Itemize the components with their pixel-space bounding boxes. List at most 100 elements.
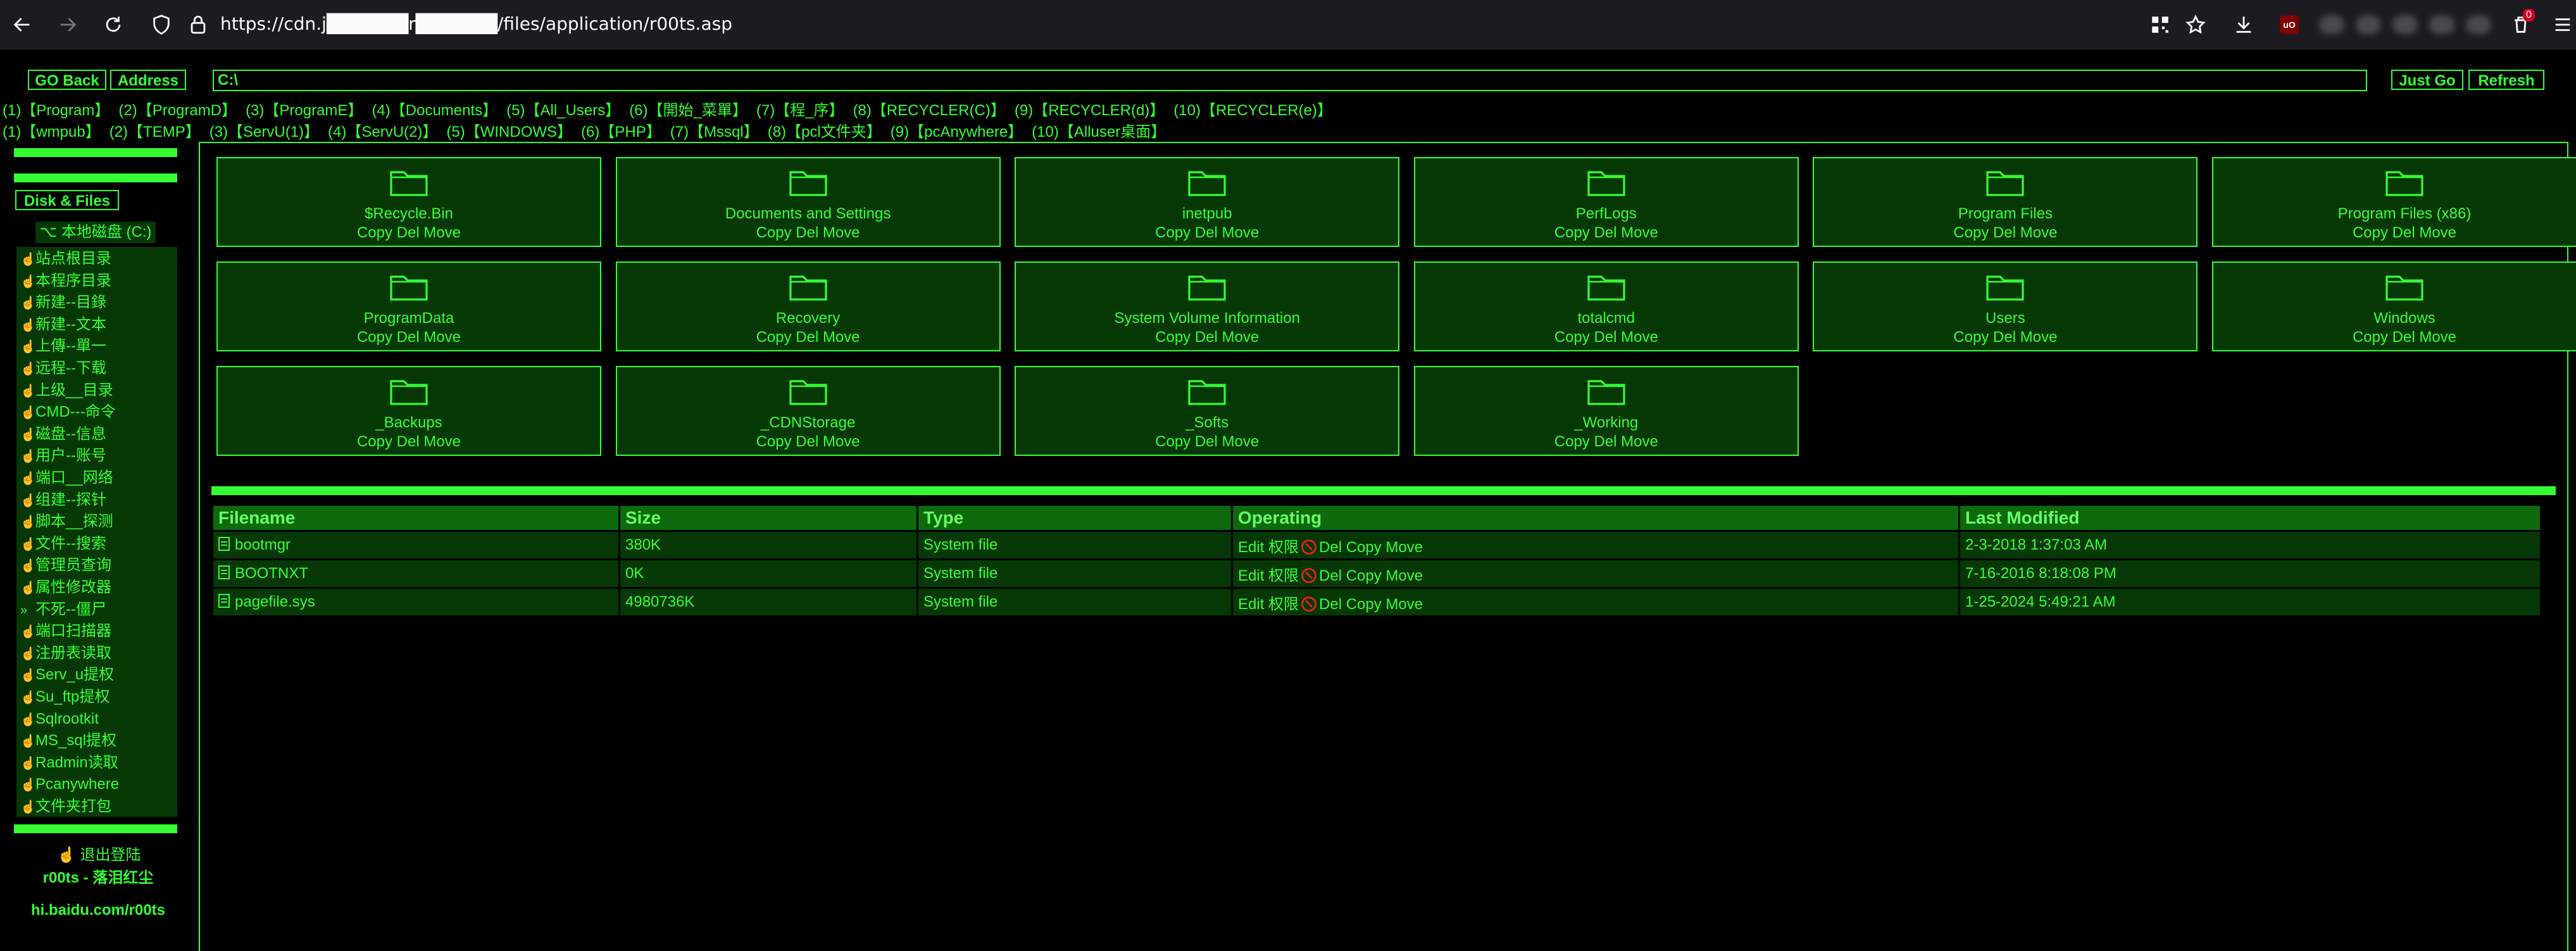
sidebar-menu-item[interactable]: ☝端口扫描器 — [20, 620, 111, 642]
sidebar-menu-item[interactable]: ☝端口__网络 — [20, 467, 113, 489]
sidebar-menu-item[interactable]: ☝Pcanywhere — [20, 774, 119, 795]
qr-code-icon[interactable] — [2146, 10, 2175, 39]
folder-tile[interactable]: ProgramData Copy Del Move — [216, 261, 601, 351]
quick-link[interactable]: (2)【TEMP】 — [109, 123, 201, 141]
folder-tile[interactable]: Recovery Copy Del Move — [615, 261, 1001, 351]
sidebar-menu-item[interactable]: ☝上级__目录 — [20, 380, 113, 401]
quick-link[interactable]: (6)【開始_菜單】 — [629, 102, 747, 119]
quick-link[interactable]: (6)【PHP】 — [581, 123, 661, 141]
folder-tile[interactable]: System Volume Information Copy Del Move — [1015, 261, 1400, 351]
file-actions[interactable]: Del Copy Move — [1319, 596, 1423, 613]
quick-link[interactable]: (8)【pcl文件夹】 — [768, 123, 882, 141]
quick-link[interactable]: (1)【Program】 — [3, 102, 109, 119]
sidebar-menu-item[interactable]: ☝注册表读取 — [20, 643, 111, 664]
sidebar-menu-item[interactable]: ☝文件夹打包 — [20, 796, 111, 817]
filename-cell[interactable]: bootmgr — [213, 532, 618, 558]
folder-name[interactable]: _Softs — [1016, 414, 1398, 432]
filename-cell[interactable]: BOOTNXT — [213, 560, 618, 587]
sidebar-menu-item[interactable]: ☝Serv_u提权 — [20, 664, 114, 686]
sidebar-menu-item[interactable]: ☝文件--搜索 — [20, 533, 106, 555]
file-actions[interactable]: Del Copy Move — [1319, 567, 1423, 584]
ublock-icon[interactable]: uO — [2280, 15, 2299, 34]
folder-tile[interactable]: totalcmd Copy Del Move — [1413, 261, 1799, 351]
quick-link[interactable]: (10)【RECYCLER(e)】 — [1173, 102, 1332, 119]
sidebar-menu-item[interactable]: ☝用户--账号 — [20, 445, 106, 467]
folder-name[interactable]: Windows — [2213, 310, 2576, 327]
quick-link[interactable]: (7)【Mssql】 — [670, 123, 759, 141]
sidebar-menu-item[interactable]: ☝组建--探针 — [20, 489, 106, 511]
folder-name[interactable]: PerfLogs — [1415, 205, 1798, 223]
quick-link[interactable]: (4)【ServU(2)】 — [328, 123, 437, 141]
path-input[interactable] — [213, 70, 2367, 91]
menu-icon[interactable] — [2548, 10, 2576, 39]
bookmark-star-icon[interactable] — [2181, 10, 2210, 39]
extension-icon[interactable] — [2429, 15, 2454, 34]
sidebar-menu-item[interactable]: » 不死--僵尸 — [20, 599, 106, 620]
quick-link[interactable]: (5)【All_Users】 — [506, 102, 620, 119]
quick-link[interactable]: (9)【pcAnywhere】 — [891, 123, 1023, 141]
filename-link[interactable]: pagefile.sys — [235, 593, 315, 610]
folder-actions[interactable]: Copy Del Move — [2213, 329, 2576, 346]
folder-actions[interactable]: Copy Del Move — [617, 433, 999, 451]
col-type[interactable]: Type — [918, 506, 1231, 530]
quick-link[interactable]: (9)【RECYCLER(d)】 — [1015, 102, 1165, 119]
download-icon[interactable] — [2229, 10, 2258, 39]
sidebar-menu-item[interactable]: ☝Radmin读取 — [20, 752, 118, 774]
folder-actions[interactable]: Copy Del Move — [2213, 224, 2576, 242]
folder-tile[interactable]: _Working Copy Del Move — [1413, 366, 1799, 456]
lock-icon[interactable] — [182, 9, 214, 41]
folder-name[interactable]: System Volume Information — [1016, 310, 1398, 327]
url-bar[interactable]: https://cdn.j██████r██████/files/applica… — [220, 11, 732, 37]
folder-actions[interactable]: Copy Del Move — [1016, 329, 1398, 346]
folder-tile[interactable]: Documents and Settings Copy Del Move — [615, 157, 1001, 247]
edit-link[interactable]: Edit — [1238, 567, 1264, 584]
logout-link[interactable]: ☝ 退出登陆 — [57, 842, 141, 864]
folder-tile[interactable]: Users Copy Del Move — [1813, 261, 2198, 351]
folder-actions[interactable]: Copy Del Move — [1415, 224, 1798, 242]
folder-name[interactable]: $Recycle.Bin — [218, 205, 600, 223]
sidebar-menu-item[interactable]: ☝上傳--單一 — [20, 336, 106, 357]
extension-icon[interactable] — [2466, 15, 2491, 34]
quick-link[interactable]: (2)【ProgramD】 — [118, 102, 237, 119]
sidebar-menu-item[interactable]: ☝磁盘--信息 — [20, 424, 106, 445]
quick-link[interactable]: (3)【ProgramE】 — [246, 102, 363, 119]
folder-name[interactable]: _CDNStorage — [617, 414, 999, 432]
edit-link[interactable]: Edit — [1238, 596, 1264, 613]
folder-actions[interactable]: Copy Del Move — [1016, 433, 1398, 451]
edit-link[interactable]: Edit — [1238, 539, 1264, 556]
folder-name[interactable]: Program Files (x86) — [2213, 205, 2576, 223]
folder-name[interactable]: Program Files — [1814, 205, 2196, 223]
sidebar-menu-item[interactable]: ☝远程--下载 — [20, 358, 106, 379]
just-go-button[interactable]: Just Go — [2391, 70, 2463, 90]
folder-actions[interactable]: Copy Del Move — [1814, 224, 2196, 242]
filename-link[interactable]: BOOTNXT — [235, 565, 308, 582]
folder-tile[interactable]: $Recycle.Bin Copy Del Move — [216, 157, 601, 247]
refresh-button[interactable]: Refresh — [2468, 70, 2544, 90]
permission-link[interactable]: 权限 — [1268, 596, 1299, 613]
forward-icon[interactable] — [52, 9, 84, 41]
folder-tile[interactable]: _Backups Copy Del Move — [216, 366, 601, 456]
sidebar-menu-item[interactable]: ☝Sqlrootkit — [20, 709, 99, 730]
tracking-shield-icon[interactable] — [146, 9, 177, 41]
folder-actions[interactable]: Copy Del Move — [617, 329, 999, 346]
folder-name[interactable]: Documents and Settings — [617, 205, 999, 223]
folder-actions[interactable]: Copy Del Move — [218, 329, 600, 346]
folder-name[interactable]: Users — [1814, 310, 2196, 327]
quick-link[interactable]: (10)【Alluser桌面】 — [1032, 123, 1166, 141]
sidebar-menu-item[interactable]: ☝MS_sql提权 — [20, 730, 116, 752]
folder-actions[interactable]: Copy Del Move — [1016, 224, 1398, 242]
folder-name[interactable]: totalcmd — [1415, 310, 1798, 327]
quick-link[interactable]: (4)【Documents】 — [372, 102, 497, 119]
folder-actions[interactable]: Copy Del Move — [1814, 329, 2196, 346]
folder-tile[interactable]: _CDNStorage Copy Del Move — [615, 366, 1001, 456]
quick-link[interactable]: (5)【WINDOWS】 — [446, 123, 572, 141]
site-link[interactable]: hi.baidu.com/r00ts — [0, 902, 196, 919]
folder-name[interactable]: _Working — [1415, 414, 1798, 432]
folder-actions[interactable]: Copy Del Move — [1415, 433, 1798, 451]
folder-tile[interactable]: Windows Copy Del Move — [2212, 261, 2576, 351]
sidebar-menu-item[interactable]: ☝本程序目录 — [20, 270, 111, 292]
folder-name[interactable]: _Backups — [218, 414, 600, 432]
file-actions[interactable]: Del Copy Move — [1319, 539, 1423, 556]
sidebar-menu-item[interactable]: ☝新建--目錄 — [20, 292, 106, 313]
reload-icon[interactable] — [97, 9, 129, 41]
